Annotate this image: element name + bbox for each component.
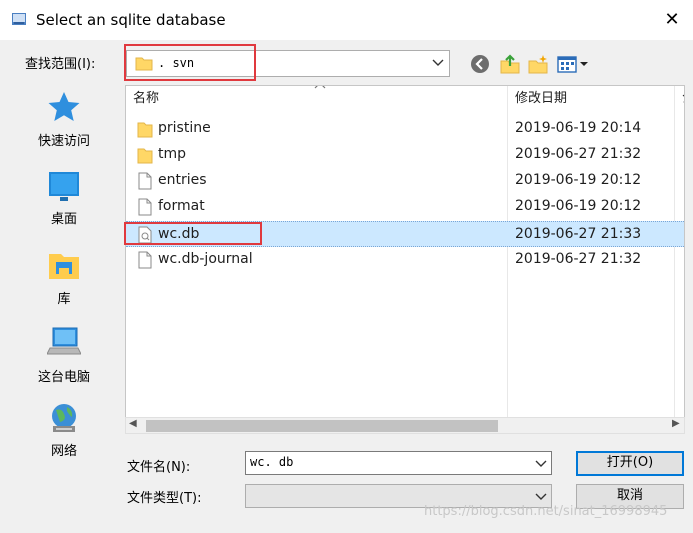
up-folder-icon[interactable] bbox=[499, 54, 521, 74]
folder-icon bbox=[137, 146, 153, 164]
file-type-label: 文件类型(T): bbox=[127, 491, 202, 506]
file-name: wc.db-journal bbox=[158, 251, 253, 267]
column-header-type[interactable]: 刍 bbox=[682, 86, 684, 112]
file-date: 2019-06-19 20:12 bbox=[515, 172, 642, 188]
file-icon bbox=[137, 251, 153, 269]
scroll-left-icon[interactable]: ◀ bbox=[129, 418, 137, 429]
file-name: pristine bbox=[158, 120, 211, 136]
place-label: 快速访问 bbox=[37, 134, 90, 149]
file-type: 文 bbox=[684, 120, 685, 139]
file-type: 文 bbox=[684, 198, 685, 217]
list-item[interactable]: wc.db-journal 2019-06-27 21:32 D bbox=[126, 247, 685, 273]
chevron-down-icon[interactable] bbox=[431, 54, 445, 70]
file-name-label: 文件名(N): bbox=[127, 460, 191, 475]
window-title: Select an sqlite database bbox=[36, 11, 226, 29]
file-name-value[interactable]: wc. db bbox=[250, 455, 293, 469]
scrollbar-thumb[interactable] bbox=[146, 420, 498, 432]
folder-icon bbox=[137, 120, 153, 138]
open-button[interactable]: 打开(O) bbox=[576, 451, 684, 476]
list-item[interactable]: tmp 2019-06-27 21:32 文 bbox=[126, 142, 685, 168]
file-icon bbox=[137, 198, 153, 216]
file-type: D bbox=[684, 226, 685, 241]
file-date: 2019-06-27 21:32 bbox=[515, 146, 642, 162]
place-label: 桌面 bbox=[50, 212, 77, 227]
scroll-right-icon[interactable]: ▶ bbox=[672, 418, 680, 429]
list-item[interactable]: entries 2019-06-19 20:12 文 bbox=[126, 168, 685, 194]
place-label: 库 bbox=[57, 292, 71, 307]
file-list[interactable]: 名称 修改日期 刍 pristine 2019-06-19 20:14 文 tm… bbox=[125, 85, 685, 418]
highlight-box-look-in bbox=[124, 44, 256, 81]
watermark: https://blog.csdn.net/sinat_16998945 bbox=[424, 504, 668, 519]
file-date: 2019-06-19 20:12 bbox=[515, 198, 642, 214]
highlight-box-selected-file bbox=[124, 222, 262, 245]
file-name: format bbox=[158, 198, 205, 214]
column-header-name[interactable]: 名称 bbox=[133, 86, 159, 112]
place-label: 网络 bbox=[50, 444, 77, 459]
desktop-icon bbox=[47, 170, 81, 204]
file-date: 2019-06-19 20:14 bbox=[515, 120, 642, 136]
file-icon bbox=[137, 172, 153, 190]
file-date: 2019-06-27 21:33 bbox=[515, 226, 642, 242]
file-name: entries bbox=[158, 172, 207, 188]
look-in-label: 查找范围(I): bbox=[25, 57, 96, 72]
network-globe-icon bbox=[47, 402, 81, 436]
quick-access-star-icon bbox=[47, 90, 81, 124]
file-type: D bbox=[684, 251, 685, 266]
place-label: 这台电脑 bbox=[37, 370, 90, 385]
view-menu-icon[interactable] bbox=[557, 54, 591, 74]
close-button[interactable]: ✕ bbox=[658, 8, 686, 32]
back-icon[interactable] bbox=[470, 54, 490, 74]
libraries-icon bbox=[47, 248, 81, 282]
list-item[interactable]: pristine 2019-06-19 20:14 文 bbox=[126, 116, 685, 142]
file-name: tmp bbox=[158, 146, 187, 162]
new-folder-icon[interactable] bbox=[527, 54, 549, 74]
file-type: 文 bbox=[684, 172, 685, 191]
chevron-down-icon[interactable] bbox=[534, 455, 548, 474]
this-pc-icon bbox=[46, 326, 82, 360]
places-bar: 快速访问 桌面 库 这台电脑 网络 bbox=[19, 82, 109, 502]
list-item[interactable]: format 2019-06-19 20:12 文 bbox=[126, 194, 685, 220]
sort-ascending-icon bbox=[314, 86, 326, 93]
app-icon bbox=[11, 11, 27, 27]
file-date: 2019-06-27 21:32 bbox=[515, 251, 642, 267]
file-type: 文 bbox=[684, 146, 685, 165]
column-header-modified[interactable]: 修改日期 bbox=[515, 86, 567, 112]
